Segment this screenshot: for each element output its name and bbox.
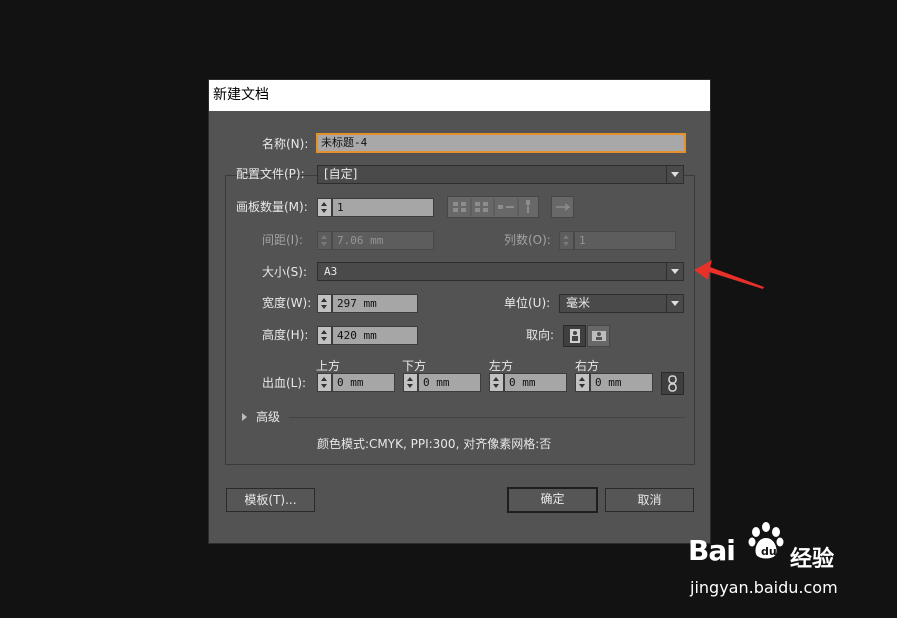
bleed-left-label: 左方 (489, 359, 514, 373)
spacing-label: 间距(I): (262, 233, 303, 247)
height-input[interactable]: 420 mm (332, 326, 418, 345)
dialog-title: 新建文档 (209, 80, 710, 111)
advanced-label[interactable]: 高级 (256, 409, 280, 425)
bleed-right-stepper[interactable] (575, 373, 590, 392)
ok-button[interactable]: 确定 (507, 487, 598, 513)
watermark-suffix: 经验 (790, 547, 835, 572)
stepper-down-icon (493, 384, 499, 388)
new-document-dialog: 新建文档 名称(N): 未标题-4 配置文件(P): [自定] 画板数量(M):… (208, 79, 711, 544)
advanced-divider (289, 417, 685, 418)
profile-label: 配置文件(P): (236, 167, 305, 181)
landscape-orientation-icon[interactable] (587, 325, 610, 347)
size-select-value: A3 (324, 265, 338, 278)
units-select-value: 毫米 (566, 296, 591, 310)
size-label: 大小(S): (262, 265, 308, 279)
baidu-paw-icon: du (748, 522, 784, 559)
expand-triangle-icon[interactable] (242, 413, 247, 421)
bleed-top-stepper[interactable] (317, 373, 332, 392)
stepper-down-icon (321, 337, 327, 341)
grid-by-column-icon[interactable] (470, 196, 493, 218)
width-label: 宽度(W): (262, 296, 312, 310)
stepper-up-icon (579, 377, 585, 381)
document-summary: 颜色模式:CMYK, PPI:300, 对齐像素网格:否 (317, 437, 552, 451)
profile-select[interactable]: [自定] (317, 165, 684, 184)
height-label: 高度(H): (262, 328, 309, 342)
cancel-button[interactable]: 取消 (605, 488, 694, 512)
stepper-up-icon (563, 235, 569, 239)
stepper-up-icon (321, 202, 327, 206)
watermark-url: jingyan.baidu.com (690, 578, 838, 597)
name-input[interactable]: 未标题-4 (316, 133, 686, 153)
bleed-top-label: 上方 (316, 359, 341, 373)
columns-label: 列数(O): (504, 233, 551, 247)
chevron-down-icon (666, 295, 683, 312)
bleed-top-input[interactable]: 0 mm (332, 373, 395, 392)
stepper-down-icon (321, 209, 327, 213)
artboards-input[interactable]: 1 (332, 198, 434, 217)
stepper-up-icon (321, 235, 327, 239)
arrange-by-row-icon[interactable] (493, 196, 516, 218)
spacing-stepper[interactable] (317, 231, 332, 250)
chevron-down-icon (666, 166, 683, 183)
columns-stepper[interactable] (559, 231, 574, 250)
profile-select-value: [自定] (324, 167, 358, 181)
watermark-brand: Bai (688, 534, 736, 567)
svg-text:du: du (761, 545, 777, 558)
stepper-down-icon (321, 305, 327, 309)
height-stepper[interactable] (317, 326, 332, 345)
settings-group (225, 175, 695, 465)
annotation-arrow-icon (694, 260, 764, 289)
stepper-down-icon (579, 384, 585, 388)
artboards-label: 画板数量(M): (236, 200, 308, 214)
units-select[interactable]: 毫米 (559, 294, 684, 313)
stepper-up-icon (321, 330, 327, 334)
stepper-down-icon (563, 242, 569, 246)
bleed-bottom-label: 下方 (402, 359, 427, 373)
stepper-down-icon (321, 384, 327, 388)
bleed-label: 出血(L): (262, 376, 307, 390)
stepper-down-icon (407, 384, 413, 388)
stepper-up-icon (321, 377, 327, 381)
orientation-label: 取向: (526, 328, 555, 342)
name-label: 名称(N): (262, 137, 309, 151)
grid-by-row-icon[interactable] (447, 196, 470, 218)
bleed-left-input[interactable]: 0 mm (504, 373, 567, 392)
bleed-bottom-stepper[interactable] (403, 373, 418, 392)
arrange-by-column-icon[interactable] (516, 196, 539, 218)
bleed-left-stepper[interactable] (489, 373, 504, 392)
width-stepper[interactable] (317, 294, 332, 313)
bleed-right-input[interactable]: 0 mm (590, 373, 653, 392)
units-label: 单位(U): (504, 296, 551, 310)
width-input[interactable]: 297 mm (332, 294, 418, 313)
stepper-up-icon (493, 377, 499, 381)
stepper-up-icon (407, 377, 413, 381)
artboards-stepper[interactable] (317, 198, 332, 217)
stepper-down-icon (321, 242, 327, 246)
spacing-input[interactable]: 7.06 mm (332, 231, 434, 250)
bleed-right-label: 右方 (575, 359, 600, 373)
stepper-up-icon (321, 298, 327, 302)
portrait-orientation-icon[interactable] (563, 325, 586, 347)
size-select[interactable]: A3 (317, 262, 684, 281)
link-bleed-icon[interactable] (661, 372, 684, 395)
chevron-down-icon (666, 263, 683, 280)
columns-input[interactable]: 1 (574, 231, 676, 250)
bleed-bottom-input[interactable]: 0 mm (418, 373, 481, 392)
templates-button[interactable]: 模板(T)... (226, 488, 315, 512)
right-to-left-icon[interactable] (551, 196, 574, 218)
